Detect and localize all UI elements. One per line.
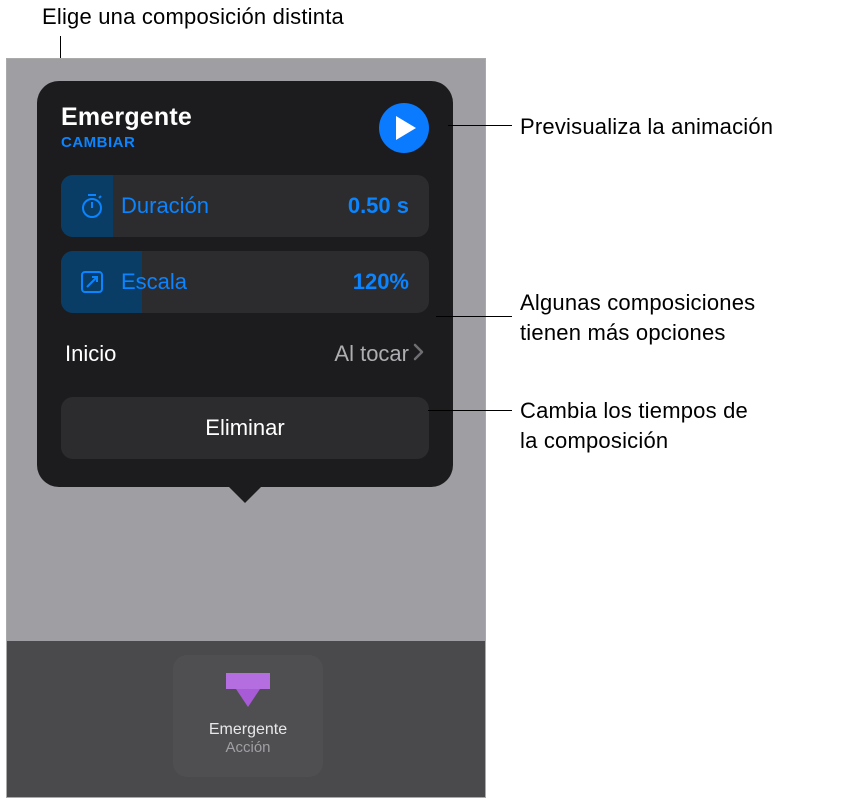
scale-label: Escala <box>121 269 353 295</box>
scale-value: 120% <box>353 269 409 295</box>
callout-change-timing-l1: Cambia los tiempos de <box>520 396 748 426</box>
build-tile-subtitle: Acción <box>225 739 270 756</box>
timer-icon <box>77 191 107 221</box>
callout-leader-line <box>448 125 512 126</box>
build-tile-title: Emergente <box>209 721 287 739</box>
play-icon <box>396 116 416 140</box>
duration-value: 0.50 s <box>348 193 409 219</box>
scale-slider[interactable]: Escala 120% <box>61 251 429 313</box>
screenshot-frame: Emergente Acción Emergente CAMBIAR <box>6 58 486 798</box>
start-label: Inicio <box>65 341 334 367</box>
callout-change-timing: Cambia los tiempos de la composición <box>520 396 748 455</box>
popover-arrow <box>227 485 263 503</box>
callout-leader-line <box>428 410 512 411</box>
callout-preview-animation: Previsualiza la animación <box>520 112 773 142</box>
callout-change-timing-l2: la composición <box>520 426 748 456</box>
callout-more-options: Algunas composiciones tienen más opcione… <box>520 288 755 347</box>
build-tile[interactable]: Emergente Acción <box>173 655 323 777</box>
callout-choose-composition: Elige una composición distinta <box>42 4 344 30</box>
animation-popover: Emergente CAMBIAR Duración 0. <box>37 81 453 487</box>
callout-leader-line <box>436 316 512 317</box>
duration-slider[interactable]: Duración 0.50 s <box>61 175 429 237</box>
delete-button[interactable]: Eliminar <box>61 397 429 459</box>
change-button[interactable]: CAMBIAR <box>61 134 192 151</box>
builds-strip: Emergente Acción <box>7 641 485 797</box>
build-shape-icon <box>222 667 274 709</box>
popover-title: Emergente <box>61 103 192 132</box>
chevron-right-icon <box>413 343 425 366</box>
start-value: Al tocar <box>334 341 409 367</box>
duration-label: Duración <box>121 193 348 219</box>
callout-more-options-l1: Algunas composiciones <box>520 288 755 318</box>
start-row[interactable]: Inicio Al tocar <box>61 327 429 381</box>
preview-play-button[interactable] <box>379 103 429 153</box>
scale-icon <box>77 267 107 297</box>
callout-more-options-l2: tienen más opciones <box>520 318 755 348</box>
